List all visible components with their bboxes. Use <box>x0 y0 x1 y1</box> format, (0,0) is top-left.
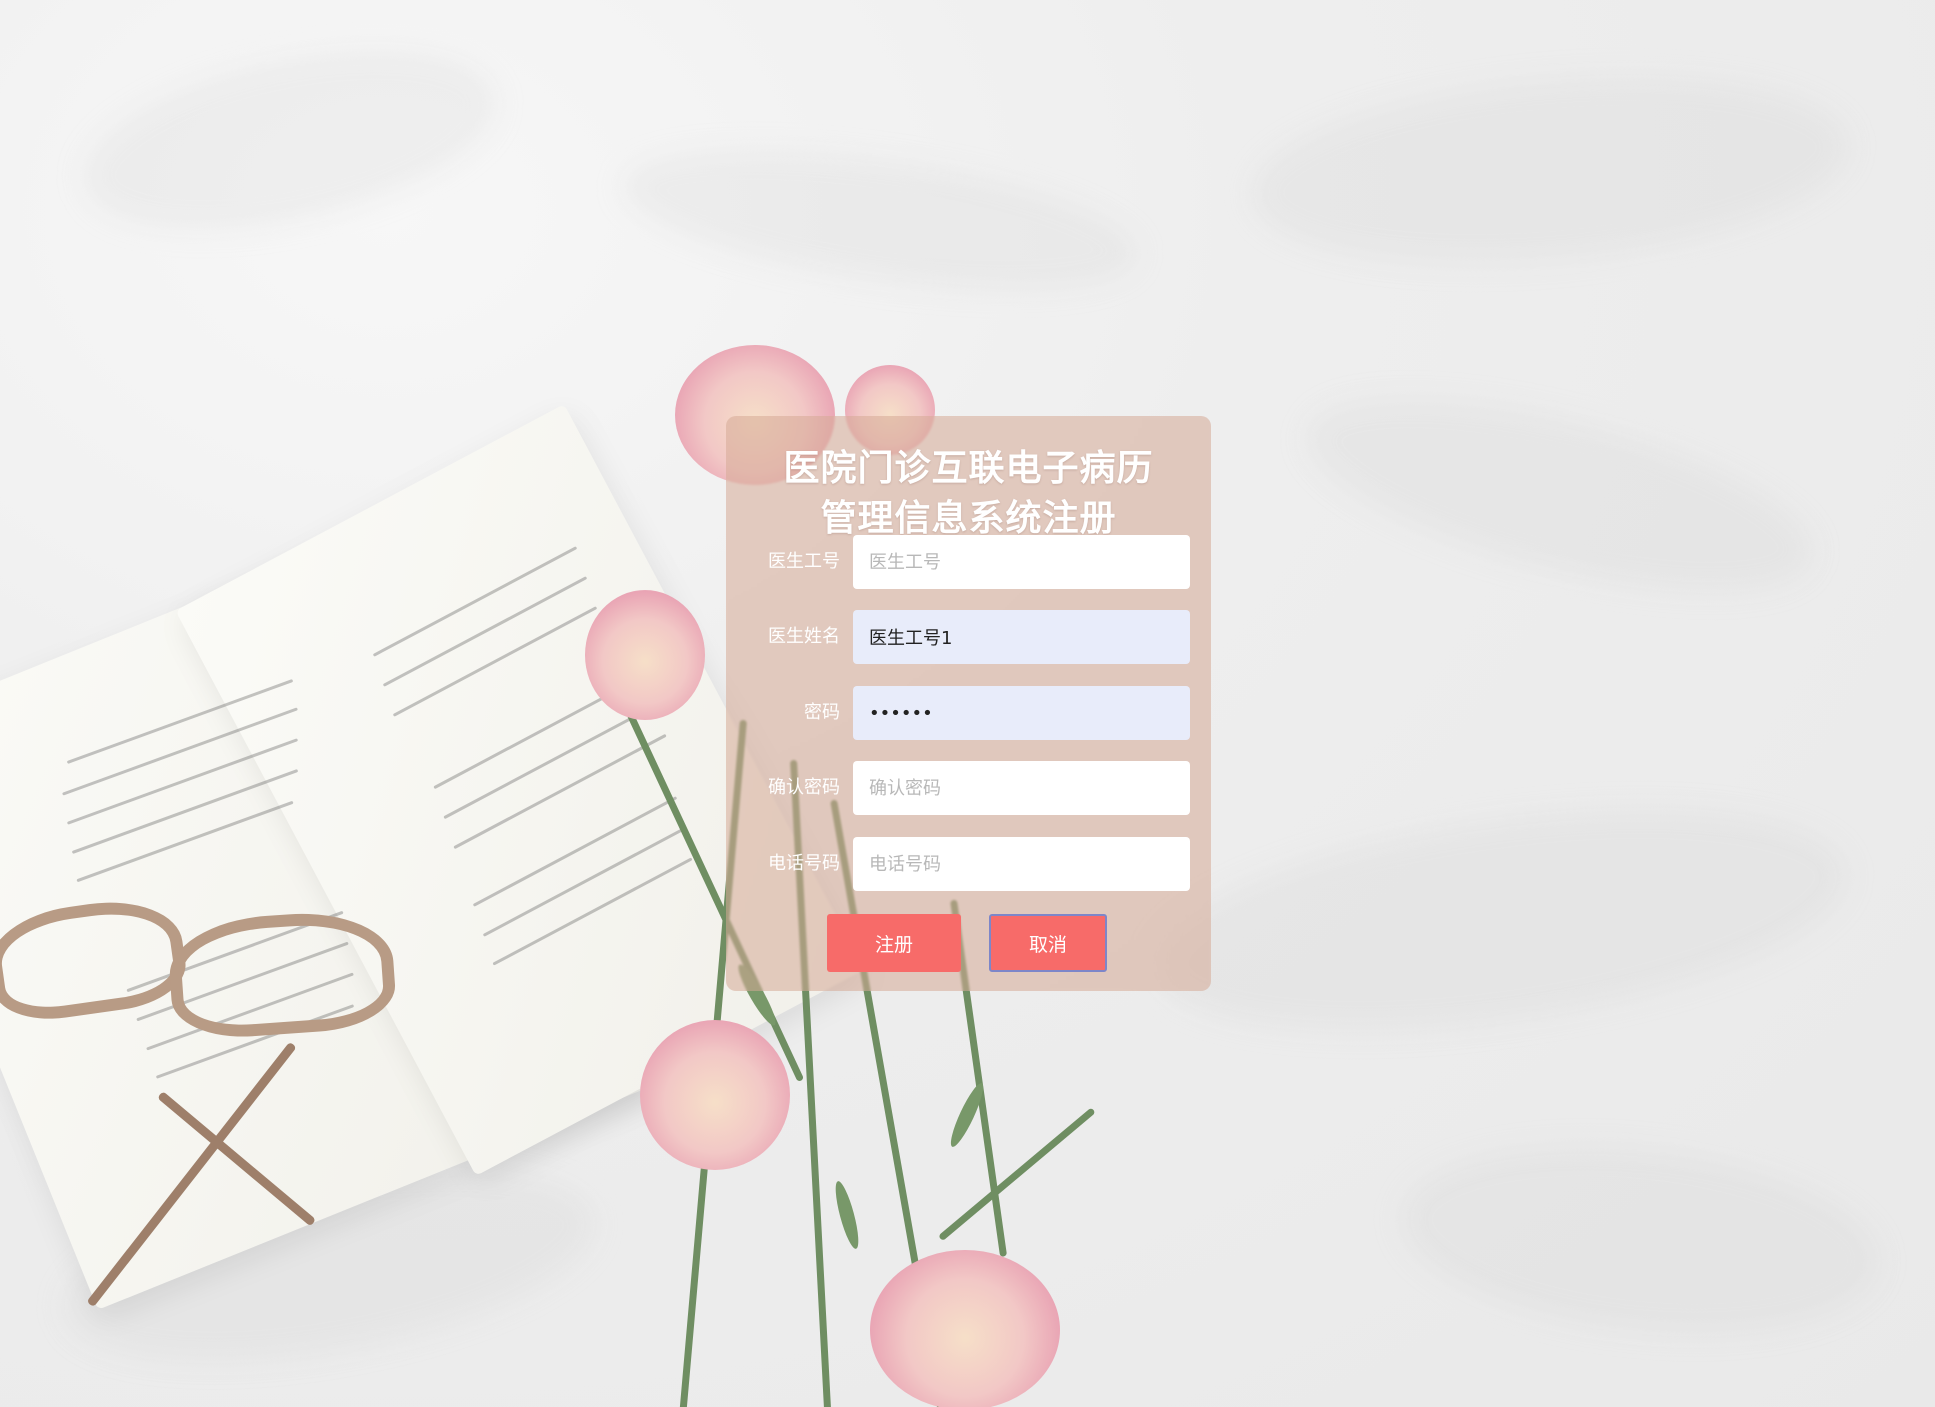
confirm-password-label: 确认密码 <box>768 777 840 798</box>
fabric-wrinkle <box>1243 54 1857 286</box>
phone-label: 电话号码 <box>768 853 840 874</box>
fabric-wrinkle <box>614 124 1146 316</box>
register-button[interactable]: 注册 <box>827 914 961 972</box>
doctor-id-row: 医生工号 <box>726 535 1211 589</box>
password-row: 密码 <box>726 686 1211 740</box>
doctor-id-input[interactable] <box>853 535 1190 589</box>
fabric-wrinkle <box>1289 359 1831 631</box>
password-label: 密码 <box>804 702 840 723</box>
doctor-name-input[interactable] <box>853 610 1190 664</box>
flower-bloom <box>640 1020 790 1170</box>
doctor-name-row: 医生姓名 <box>726 610 1211 664</box>
flower-bloom <box>585 590 705 720</box>
page-title: 医院门诊互联电子病历管理信息系统注册 <box>783 448 1154 539</box>
confirm-password-input[interactable] <box>853 761 1190 815</box>
doctor-id-label: 医生工号 <box>768 551 840 572</box>
flower-leaf <box>831 1179 863 1251</box>
fabric-wrinkle <box>1139 772 1861 1068</box>
registration-panel: 医院门诊互联电子病历管理信息系统注册 医生工号 医生姓名 密码 确认密码 电话号… <box>726 416 1211 991</box>
cancel-button[interactable]: 取消 <box>989 914 1107 972</box>
confirm-password-row: 确认密码 <box>726 761 1211 815</box>
fabric-wrinkle <box>1391 1125 1889 1355</box>
flower-bloom <box>870 1250 1060 1407</box>
phone-row: 电话号码 <box>726 837 1211 891</box>
phone-input[interactable] <box>853 837 1190 891</box>
fabric-wrinkle <box>67 18 513 262</box>
password-input[interactable] <box>853 686 1190 740</box>
doctor-name-label: 医生姓名 <box>768 626 840 647</box>
